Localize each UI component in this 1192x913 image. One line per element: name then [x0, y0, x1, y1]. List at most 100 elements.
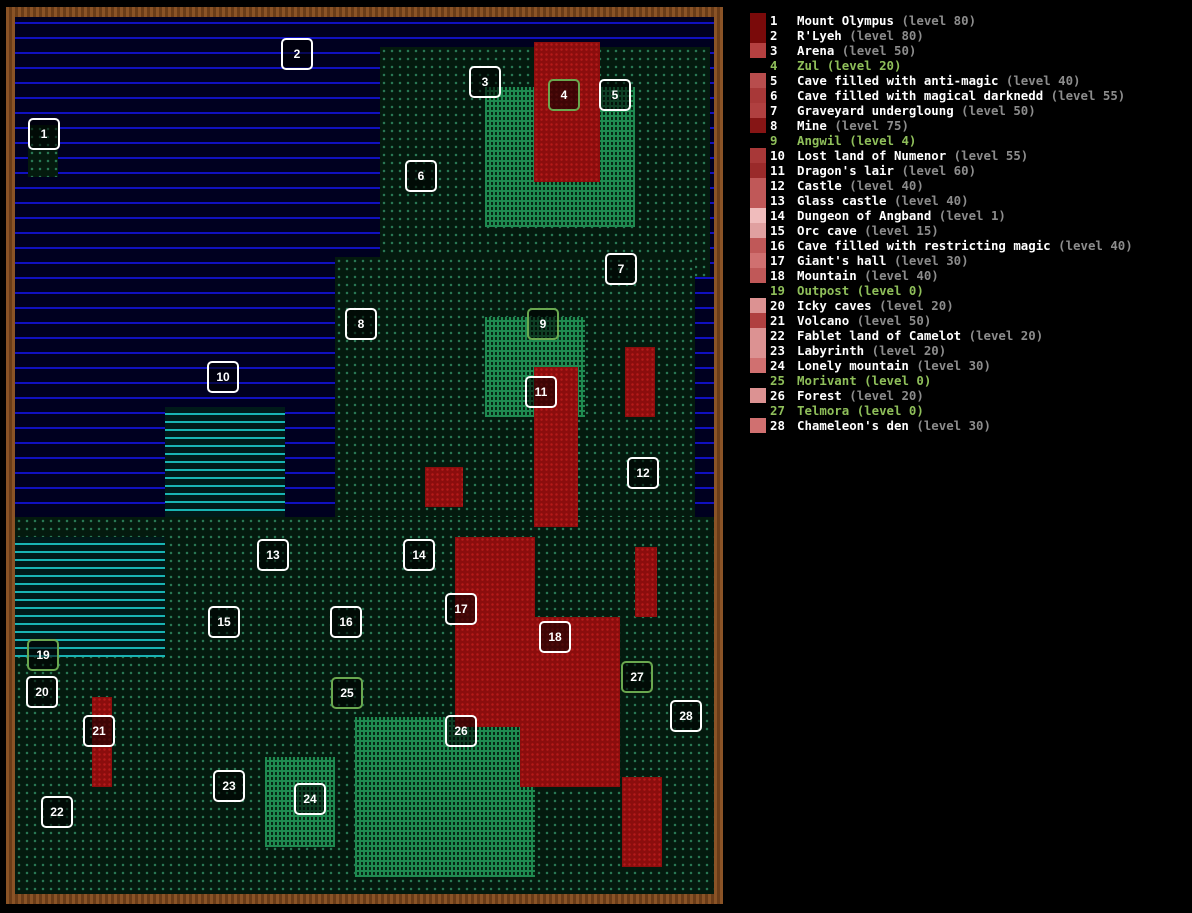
legend-swatch [750, 208, 766, 223]
location-marker-10[interactable]: 10 [207, 361, 239, 393]
location-marker-5[interactable]: 5 [599, 79, 631, 111]
legend-level: (level 4) [849, 133, 917, 148]
legend-item-16[interactable]: 16 Cave filled with restricting magic (le… [750, 238, 1186, 253]
legend-item-15[interactable]: 15 Orc cave (level 15) [750, 223, 1186, 238]
legend-item-13[interactable]: 13 Glass castle (level 40) [750, 193, 1186, 208]
legend-spacer [849, 403, 856, 418]
legend-spacer [857, 223, 864, 238]
legend-swatch [750, 313, 766, 328]
legend-item-3[interactable]: 3 Arena (level 50) [750, 43, 1186, 58]
location-marker-27[interactable]: 27 [621, 661, 653, 693]
legend-level: (level 0) [864, 373, 932, 388]
legend-spacer [849, 313, 856, 328]
location-marker-8[interactable]: 8 [345, 308, 377, 340]
location-marker-12[interactable]: 12 [627, 457, 659, 489]
legend-item-6[interactable]: 6 Cave filled with magical darknedd (leve… [750, 88, 1186, 103]
location-marker-9[interactable]: 9 [527, 308, 559, 340]
location-marker-20[interactable]: 20 [26, 676, 58, 708]
legend-item-25[interactable]: 25 Morivant (level 0) [750, 373, 1186, 388]
location-marker-21[interactable]: 21 [83, 715, 115, 747]
legend-swatch [750, 223, 766, 238]
legend-number: 19 [770, 283, 785, 298]
location-marker-18[interactable]: 18 [539, 621, 571, 653]
legend-item-12[interactable]: 12 Castle (level 40) [750, 178, 1186, 193]
legend-item-18[interactable]: 18 Mountain (level 40) [750, 268, 1186, 283]
location-marker-1[interactable]: 1 [28, 118, 60, 150]
legend-name: Mount Olympus [797, 13, 894, 28]
legend-number: 21 [770, 313, 785, 328]
location-marker-14[interactable]: 14 [403, 539, 435, 571]
legend-level: (level 75) [834, 118, 909, 133]
legend-swatch [750, 268, 766, 283]
legend-name: Cave filled with restricting magic [797, 238, 1051, 253]
legend-number: 26 [770, 388, 785, 403]
world-map[interactable]: 1 2 3 4 5 6 7 8 9 10 11 12 13 14 15 16 1… [15, 17, 714, 894]
legend-swatch [750, 358, 766, 373]
legend-name: Volcano [797, 313, 850, 328]
legend-item-11[interactable]: 11 Dragon's lair (level 60) [750, 163, 1186, 178]
legend-swatch [750, 58, 766, 73]
legend-item-27[interactable]: 27 Telmora (level 0) [750, 403, 1186, 418]
legend-item-23[interactable]: 23 Labyrinth (level 20) [750, 343, 1186, 358]
legend-item-21[interactable]: 21 Volcano (level 50) [750, 313, 1186, 328]
legend-level: (level 20) [849, 388, 924, 403]
legend-spacer [842, 178, 849, 193]
location-marker-6[interactable]: 6 [405, 160, 437, 192]
legend-level: (level 40) [849, 178, 924, 193]
legend-spacer [931, 208, 938, 223]
legend-item-26[interactable]: 26 Forest (level 20) [750, 388, 1186, 403]
legend-name: Zul [797, 58, 820, 73]
legend-item-22[interactable]: 22 Fablet land of Camelot (level 20) [750, 328, 1186, 343]
location-marker-13[interactable]: 13 [257, 539, 289, 571]
location-marker-24[interactable]: 24 [294, 783, 326, 815]
legend-name: Castle [797, 178, 842, 193]
legend-swatch [750, 283, 766, 298]
legend-item-10[interactable]: 10 Lost land of Numenor (level 55) [750, 148, 1186, 163]
location-marker-19[interactable]: 19 [27, 639, 59, 671]
legend-item-9[interactable]: 9 Angwil (level 4) [750, 133, 1186, 148]
location-marker-28[interactable]: 28 [670, 700, 702, 732]
legend-number: 9 [770, 133, 778, 148]
legend-spacer [946, 148, 953, 163]
legend-level: (level 80) [849, 28, 924, 43]
legend-name: Graveyard undergloung [797, 103, 954, 118]
legend-item-17[interactable]: 17 Giant's hall (level 30) [750, 253, 1186, 268]
location-marker-16[interactable]: 16 [330, 606, 362, 638]
legend-item-24[interactable]: 24 Lonely mountain (level 30) [750, 358, 1186, 373]
location-marker-7[interactable]: 7 [605, 253, 637, 285]
location-marker-3[interactable]: 3 [469, 66, 501, 98]
legend-name: Morivant [797, 373, 857, 388]
legend-item-5[interactable]: 5 Cave filled with anti-magic (level 40) [750, 73, 1186, 88]
legend-item-1[interactable]: 1 Mount Olympus (level 80) [750, 13, 1186, 28]
legend-spacer [842, 133, 849, 148]
legend-item-4[interactable]: 4 Zul (level 20) [750, 58, 1186, 73]
legend-name: Icky caves [797, 298, 872, 313]
legend-spacer [887, 253, 894, 268]
legend-name: Forest [797, 388, 842, 403]
location-marker-25[interactable]: 25 [331, 677, 363, 709]
legend-item-2[interactable]: 2 R'Lyeh (level 80) [750, 28, 1186, 43]
legend-level: (level 50) [856, 313, 932, 328]
legend-item-7[interactable]: 7 Graveyard undergloung (level 50) [750, 103, 1186, 118]
legend-item-19[interactable]: 19 Outpost (level 0) [750, 283, 1186, 298]
location-marker-2[interactable]: 2 [281, 38, 313, 70]
legend-name: Mountain [797, 268, 857, 283]
legend-spacer [998, 73, 1005, 88]
location-marker-4[interactable]: 4 [548, 79, 580, 111]
legend-number: 24 [770, 358, 785, 373]
location-marker-22[interactable]: 22 [41, 796, 73, 828]
legend-item-20[interactable]: 20 Icky caves (level 20) [750, 298, 1186, 313]
location-marker-15[interactable]: 15 [208, 606, 240, 638]
legend-level: (level 1) [938, 208, 1006, 223]
location-marker-17[interactable]: 17 [445, 593, 477, 625]
legend-swatch [750, 343, 766, 358]
legend-item-8[interactable]: 8 Mine (level 75) [750, 118, 1186, 133]
location-marker-23[interactable]: 23 [213, 770, 245, 802]
legend-swatch [750, 163, 766, 178]
legend-level: (level 20) [826, 58, 902, 73]
legend-swatch [750, 193, 766, 208]
location-marker-11[interactable]: 11 [525, 376, 557, 408]
legend-item-28[interactable]: 28 Chameleon's den (level 30) [750, 418, 1186, 433]
legend-item-14[interactable]: 14 Dungeon of Angband (level 1) [750, 208, 1186, 223]
location-marker-26[interactable]: 26 [445, 715, 477, 747]
